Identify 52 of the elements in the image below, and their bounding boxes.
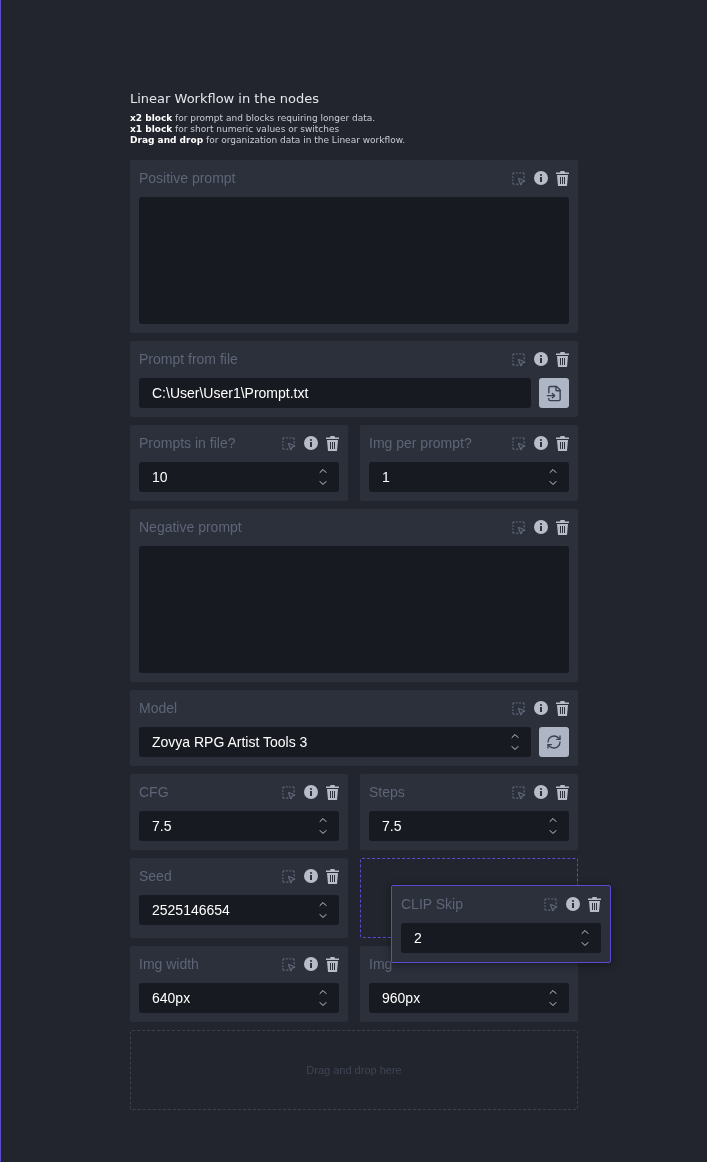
block-title: Negative prompt xyxy=(139,519,243,535)
block-title: Img per prompt? xyxy=(369,435,473,451)
block-title: Img xyxy=(369,956,394,972)
number-field[interactable]: 10 xyxy=(139,462,339,492)
model-select[interactable]: Zovya RPG Artist Tools 3 xyxy=(139,727,531,757)
number-field[interactable]: 2 xyxy=(401,923,601,953)
number-field[interactable]: 960px xyxy=(369,983,569,1013)
delete-icon[interactable] xyxy=(556,170,569,186)
block-title: Positive prompt xyxy=(139,170,237,186)
info-icon[interactable] xyxy=(534,785,548,799)
block-title: Model xyxy=(139,700,179,716)
delete-icon[interactable] xyxy=(326,868,339,884)
description-line: x2 block for prompt and blocks requiring longer data. xyxy=(130,113,377,124)
file-path-field[interactable]: C:\User\User1\Prompt.txt xyxy=(139,378,531,408)
refresh-icon xyxy=(546,734,562,750)
delete-icon[interactable] xyxy=(556,435,569,451)
block-title: Img width xyxy=(139,956,200,972)
info-icon[interactable] xyxy=(304,957,318,971)
info-icon[interactable] xyxy=(304,785,318,799)
info-icon[interactable] xyxy=(304,869,318,883)
info-icon[interactable] xyxy=(534,352,548,366)
number-field[interactable]: 7.5 xyxy=(139,811,339,841)
delete-icon[interactable] xyxy=(326,435,339,451)
refresh-button[interactable] xyxy=(539,727,569,757)
block-title: Steps xyxy=(369,784,406,800)
block-title: Seed xyxy=(139,868,173,884)
info-icon[interactable] xyxy=(534,171,548,185)
block-title: CLIP Skip xyxy=(401,896,464,912)
delete-icon[interactable] xyxy=(556,700,569,716)
delete-icon[interactable] xyxy=(556,784,569,800)
delete-icon[interactable] xyxy=(326,956,339,972)
load-file-button[interactable] xyxy=(539,378,569,408)
description-line: Drag and drop for organization data in the Linear workflow. xyxy=(130,135,407,146)
info-icon[interactable] xyxy=(534,520,548,534)
description-line: x1 block for short numeric values or switches xyxy=(130,124,341,135)
info-icon[interactable] xyxy=(534,436,548,450)
number-field[interactable]: 7.5 xyxy=(369,811,569,841)
number-field[interactable]: 1 xyxy=(369,462,569,492)
number-field[interactable]: 640px xyxy=(139,983,339,1013)
file-icon xyxy=(545,384,563,402)
info-icon[interactable] xyxy=(304,436,318,450)
block-title: CFG xyxy=(139,784,170,800)
block-title: Prompts in file? xyxy=(139,435,237,451)
delete-icon[interactable] xyxy=(588,896,601,912)
page-title: Linear Workflow in the nodes xyxy=(130,91,321,106)
info-icon[interactable] xyxy=(534,701,548,715)
delete-icon[interactable] xyxy=(556,519,569,535)
delete-icon[interactable] xyxy=(326,784,339,800)
info-icon[interactable] xyxy=(566,897,580,911)
number-field[interactable]: 2525146654 xyxy=(139,895,339,925)
block-title: Prompt from file xyxy=(139,351,239,367)
delete-icon[interactable] xyxy=(556,351,569,367)
